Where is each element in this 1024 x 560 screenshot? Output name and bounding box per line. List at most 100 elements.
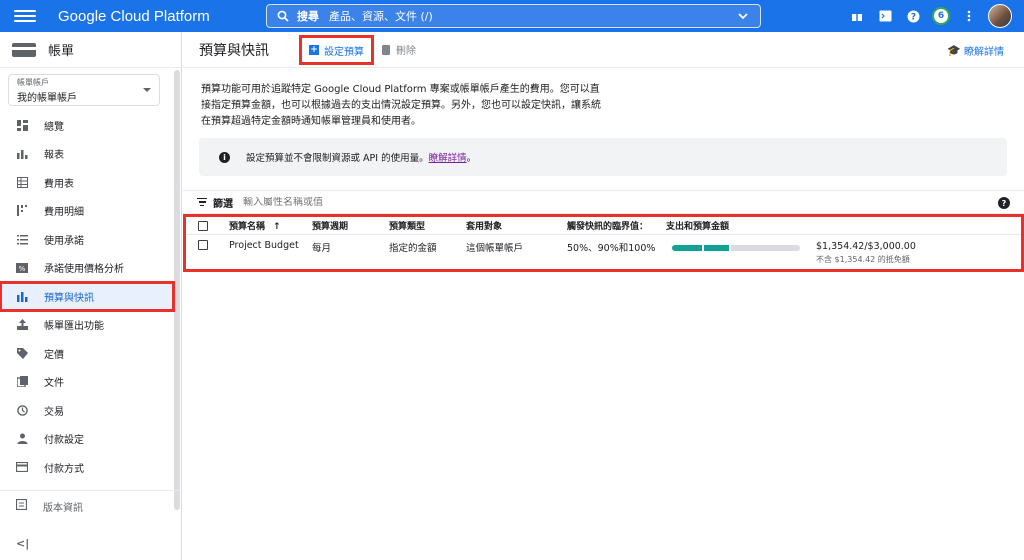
search-icon: [277, 10, 289, 22]
main-content: 預算與快訊 + 設定預算 刪除 🎓 瞭解詳情 預算功能可用於追蹤特定 Googl…: [183, 32, 1024, 560]
column-header-thresholds: 觸發快訊的臨界值：: [567, 222, 649, 232]
select-all-checkbox[interactable]: [198, 221, 208, 231]
sidebar-item-overview[interactable]: 總覽: [0, 111, 174, 140]
create-budget-button[interactable]: + 設定預算: [299, 35, 374, 65]
sidebar-item-label: 費用表: [44, 178, 74, 190]
budget-period: 每月: [312, 243, 332, 254]
info-text: 設定預算並不會限制資源或 API 的使用量。: [246, 153, 429, 164]
filter-bar: 篩選 ?: [183, 190, 1024, 214]
filter-input[interactable]: [243, 196, 543, 208]
threshold-marker-90: [729, 245, 731, 251]
sidebar-header: 帳單: [0, 32, 181, 68]
sidebar-item-label: 交易: [44, 406, 64, 418]
sidebar-item-commitment-analysis[interactable]: % 承諾使用價格分析: [0, 254, 174, 283]
menu-icon[interactable]: [14, 10, 36, 22]
table-icon: [16, 176, 28, 188]
sidebar-title: 帳單: [48, 44, 75, 59]
column-header-period: 預算週期: [312, 222, 349, 232]
delete-label: 刪除: [396, 46, 416, 57]
sidebar-footer: 版本資訊: [0, 490, 182, 521]
column-header-name-label: 預算名稱: [229, 222, 266, 232]
brand-title[interactable]: Google Cloud Platform: [58, 8, 210, 25]
page-title: 預算與快訊: [199, 42, 269, 59]
more-vert-icon[interactable]: [960, 7, 978, 25]
search-placeholder: 產品、資源、文件 (/): [329, 10, 433, 23]
budgets-table: 預算名稱 ↑ 預算週期 預算類型 套用對象 觸發快訊的臨界值： 支出和預算金額 P…: [183, 214, 1024, 272]
release-notes-link[interactable]: 版本資訊: [0, 491, 182, 521]
document-icon: [16, 376, 28, 388]
cloud-shell-icon[interactable]: [876, 7, 894, 25]
help-icon[interactable]: ?: [904, 7, 922, 25]
info-learn-more-link[interactable]: 瞭解詳情: [429, 153, 467, 164]
billing-account-value: 我的帳單帳戶: [17, 93, 77, 104]
billing-account-label: 帳單帳戶: [17, 78, 49, 87]
collapse-sidebar-button[interactable]: <|: [16, 537, 29, 550]
bar-chart-icon: [16, 148, 28, 160]
sidebar-item-pricing[interactable]: 定價: [0, 339, 174, 368]
column-header-name[interactable]: 預算名稱 ↑: [229, 219, 281, 232]
sidebar-item-cost-table[interactable]: 費用表: [0, 168, 174, 197]
row-checkbox[interactable]: [198, 240, 208, 250]
learn-more-label: 瞭解詳情: [964, 47, 1004, 58]
sidebar-item-transactions[interactable]: 交易: [0, 396, 174, 425]
credits-note: 不含 $1,354.42 的抵免額: [816, 255, 910, 264]
search-bar[interactable]: 搜尋 產品、資源、文件 (/): [266, 4, 761, 28]
top-app-bar: Google Cloud Platform 搜尋 產品、資源、文件 (/) ? …: [0, 0, 1024, 32]
info-text-container: 設定預算並不會限制資源或 API 的使用量。瞭解詳情。: [246, 150, 476, 164]
sidebar: 帳單 帳單帳戶 我的帳單帳戶 總覽 報表 費用表 費用明細 使用承諾 % 承諾使: [0, 32, 182, 560]
spend-progress-fill: [672, 245, 730, 251]
page-toolbar: 預算與快訊 + 設定預算 刪除 🎓 瞭解詳情: [183, 32, 1024, 68]
sidebar-item-label: 使用承諾: [44, 235, 84, 247]
sidebar-item-budgets-alerts[interactable]: 預算與快訊: [0, 281, 175, 312]
notifications-badge[interactable]: 6: [932, 7, 950, 25]
info-suffix: 。: [466, 153, 477, 164]
sidebar-item-label: 文件: [44, 378, 64, 390]
list-icon: [16, 233, 28, 245]
percent-icon: %: [16, 262, 28, 274]
sidebar-item-label: 報表: [44, 150, 64, 162]
delete-button[interactable]: 刪除: [382, 42, 416, 57]
search-label: 搜尋: [297, 10, 319, 23]
help-icon[interactable]: ?: [998, 197, 1010, 209]
dropdown-arrow-icon: [143, 88, 151, 92]
chevron-down-icon[interactable]: [736, 9, 750, 23]
sidebar-nav: 總覽 報表 費用表 費用明細 使用承諾 % 承諾使用價格分析 預算與快訊 帳單匯: [0, 111, 175, 482]
sidebar-item-documents[interactable]: 文件: [0, 368, 174, 397]
gift-icon[interactable]: [848, 7, 866, 25]
sort-arrow-up-icon[interactable]: ↑: [273, 222, 281, 232]
tag-icon: [16, 347, 28, 359]
credit-card-icon: [16, 461, 28, 473]
breakdown-icon: [16, 205, 28, 217]
sidebar-item-payment-methods[interactable]: 付款方式: [0, 453, 174, 482]
sidebar-item-billing-export[interactable]: 帳單匯出功能: [0, 311, 174, 340]
filter-label: 篩選: [213, 198, 233, 210]
sidebar-item-reports[interactable]: 報表: [0, 140, 174, 169]
info-banner: i 設定預算並不會限制資源或 API 的使用量。瞭解詳情。: [199, 138, 1007, 176]
sidebar-item-label: 承諾使用價格分析: [44, 264, 124, 276]
learn-more-link[interactable]: 🎓 瞭解詳情: [947, 43, 1004, 58]
sidebar-item-label: 帳單匯出功能: [44, 321, 104, 333]
add-box-icon: +: [309, 45, 319, 55]
table-row[interactable]: Project Budget 每月 指定的金額 這個帳單帳戶 50%、90%和1…: [186, 235, 1021, 269]
budget-name[interactable]: Project Budget: [229, 240, 299, 251]
sidebar-item-label: 費用明細: [44, 207, 84, 219]
avatar[interactable]: [988, 4, 1012, 28]
budget-scope: 這個帳單帳戶: [466, 243, 524, 254]
sidebar-scrollbar[interactable]: [174, 70, 180, 510]
budget-type: 指定的金額: [389, 243, 437, 254]
page-description: 預算功能可用於追蹤特定 Google Cloud Platform 專案或帳單帳…: [201, 84, 601, 127]
spend-amount: $1,354.42/$3,000.00: [816, 241, 916, 252]
sidebar-item-commitments[interactable]: 使用承諾: [0, 225, 174, 254]
billing-account-select[interactable]: 帳單帳戶 我的帳單帳戶: [8, 74, 160, 106]
info-icon: i: [219, 151, 230, 163]
sidebar-item-payment-settings[interactable]: 付款設定: [0, 425, 174, 454]
table-header: 預算名稱 ↑ 預算週期 預算類型 套用對象 觸發快訊的臨界值： 支出和預算金額: [186, 217, 1021, 235]
sidebar-item-label: 定價: [44, 349, 64, 361]
svg-text:?: ?: [910, 12, 915, 22]
person-icon: [16, 433, 28, 445]
filter-icon[interactable]: [197, 197, 207, 207]
sidebar-item-label: 總覽: [44, 121, 64, 133]
spend-progress-bar: [672, 245, 800, 251]
sidebar-item-cost-breakdown[interactable]: 費用明細: [0, 197, 174, 226]
school-icon: 🎓: [947, 44, 961, 57]
